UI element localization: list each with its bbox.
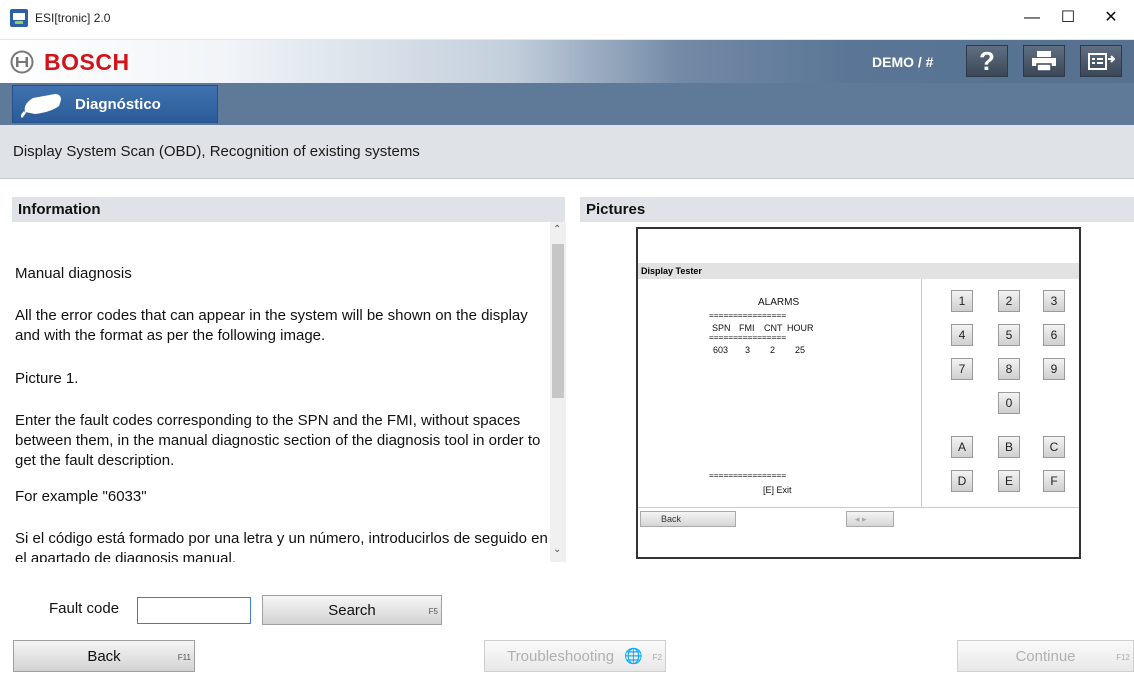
key-4: 4 bbox=[951, 324, 973, 346]
information-heading: Information bbox=[18, 201, 101, 218]
tester-divider bbox=[921, 279, 922, 507]
maximize-button[interactable]: ☐ bbox=[1050, 6, 1086, 30]
close-button[interactable]: ✕ bbox=[1093, 6, 1129, 30]
display-tester-image: Display Tester ALARMS ================ S… bbox=[636, 227, 1081, 559]
info-paragraph: For example "6033" bbox=[15, 488, 147, 505]
print-button[interactable] bbox=[1023, 45, 1065, 77]
continue-button[interactable]: Continue F12 bbox=[957, 640, 1134, 672]
information-scrollbar[interactable]: ⌃ ⌄ bbox=[550, 222, 566, 562]
fault-code-label: Fault code bbox=[49, 600, 120, 617]
troubleshooting-fkey: F2 bbox=[652, 653, 662, 662]
col-spn: SPN bbox=[712, 323, 731, 333]
info-paragraph: Picture 1. bbox=[15, 370, 79, 387]
key-9: 9 bbox=[1043, 358, 1065, 380]
window-title: ESI[tronic] 2.0 bbox=[35, 11, 111, 25]
tester-separator: ================ bbox=[709, 333, 787, 342]
key-0: 0 bbox=[998, 392, 1020, 414]
tester-arrow-button: ◂ ▸ bbox=[846, 511, 894, 527]
export-button[interactable] bbox=[1080, 45, 1122, 77]
scroll-down-icon[interactable]: ⌄ bbox=[553, 544, 561, 555]
key-3: 3 bbox=[1043, 290, 1065, 312]
col-hour: HOUR bbox=[787, 323, 814, 333]
key-e: E bbox=[998, 470, 1020, 492]
key-6: 6 bbox=[1043, 324, 1065, 346]
tester-divider bbox=[638, 507, 1079, 508]
row-fmi: 3 bbox=[745, 345, 751, 355]
info-paragraph: Manual diagnosis bbox=[15, 265, 132, 282]
key-d: D bbox=[951, 470, 973, 492]
fault-code-input[interactable] bbox=[137, 597, 251, 624]
print-icon bbox=[1032, 51, 1056, 72]
key-f: F bbox=[1043, 470, 1065, 492]
key-5: 5 bbox=[998, 324, 1020, 346]
back-button[interactable]: Back F11 bbox=[13, 640, 195, 672]
page-title: Display System Scan (OBD), Recognition o… bbox=[13, 143, 420, 160]
search-button[interactable]: Search F5 bbox=[262, 595, 442, 625]
key-1: 1 bbox=[951, 290, 973, 312]
row-cnt: 2 bbox=[770, 345, 776, 355]
col-fmi: FMI bbox=[739, 323, 755, 333]
search-button-label: Search bbox=[328, 602, 376, 619]
export-icon bbox=[1088, 53, 1115, 70]
tester-title: Display Tester bbox=[638, 263, 1079, 279]
search-fkey: F5 bbox=[428, 607, 438, 616]
key-c: C bbox=[1043, 436, 1065, 458]
tab-diagnostico[interactable]: Diagnóstico bbox=[12, 85, 218, 123]
globe-icon: 🌐 bbox=[624, 648, 643, 665]
troubleshooting-button[interactable]: Troubleshooting 🌐 F2 bbox=[484, 640, 666, 672]
tab-diagnostico-label: Diagnóstico bbox=[75, 95, 161, 113]
key-a: A bbox=[951, 436, 973, 458]
row-hour: 25 bbox=[795, 345, 806, 355]
info-paragraph: All the error codes that can appear in t… bbox=[15, 307, 528, 344]
continue-button-label: Continue bbox=[1015, 648, 1076, 665]
tester-separator: ================ bbox=[709, 471, 787, 480]
row-spn: 603 bbox=[713, 345, 729, 355]
back-fkey: F11 bbox=[177, 653, 191, 662]
brand-name: BOSCH bbox=[44, 49, 130, 75]
bosch-logo-icon bbox=[10, 50, 34, 74]
key-8: 8 bbox=[998, 358, 1020, 380]
info-paragraph: Enter the fault codes corresponding to t… bbox=[15, 412, 541, 469]
page-header: Display System Scan (OBD), Recognition o… bbox=[0, 125, 1134, 179]
col-cnt: CNT bbox=[764, 323, 783, 333]
info-paragraph: Si el código está formado por una letra … bbox=[15, 530, 548, 562]
exit-label: [E] Exit bbox=[763, 485, 792, 495]
minimize-button[interactable]: — bbox=[1014, 6, 1050, 30]
pictures-panel-header: Pictures bbox=[580, 197, 1134, 222]
scrollbar-thumb[interactable] bbox=[552, 244, 564, 398]
brand-bar: BOSCH DEMO / # ? bbox=[0, 40, 1134, 83]
information-panel-header: Information bbox=[12, 197, 565, 222]
key-2: 2 bbox=[998, 290, 1020, 312]
window-title-bar: ESI[tronic] 2.0 — ☐ ✕ bbox=[0, 0, 1134, 40]
app-icon bbox=[10, 9, 28, 27]
back-button-label: Back bbox=[87, 648, 121, 665]
module-tab-bar: Diagnóstico bbox=[0, 83, 1134, 125]
alarms-label: ALARMS bbox=[758, 297, 800, 308]
scroll-up-icon[interactable]: ⌃ bbox=[553, 224, 561, 235]
user-label: DEMO / # bbox=[872, 54, 934, 70]
tester-separator: ================ bbox=[709, 311, 787, 320]
key-7: 7 bbox=[951, 358, 973, 380]
tester-back-button: Back bbox=[640, 511, 736, 527]
diagnostic-plug-icon bbox=[21, 94, 62, 118]
continue-fkey: F12 bbox=[1116, 653, 1130, 662]
help-button[interactable]: ? bbox=[966, 45, 1008, 77]
information-text-area[interactable]: Manual diagnosis All the error codes tha… bbox=[12, 222, 550, 562]
pictures-heading: Pictures bbox=[586, 201, 646, 218]
help-icon: ? bbox=[979, 45, 995, 76]
troubleshooting-button-label: Troubleshooting bbox=[507, 648, 615, 665]
key-b: B bbox=[998, 436, 1020, 458]
